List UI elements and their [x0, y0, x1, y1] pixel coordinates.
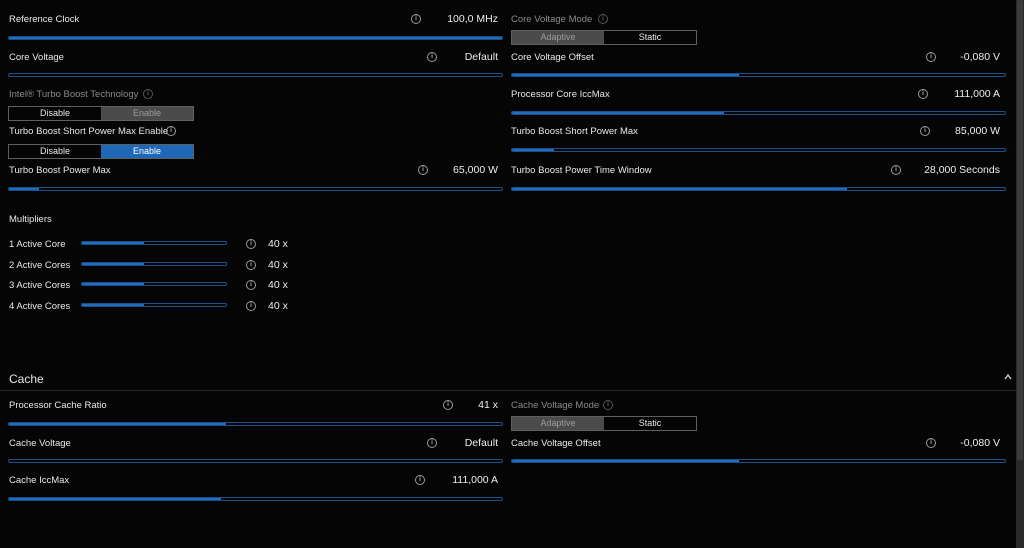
- slider-fill: [82, 242, 144, 244]
- slider-fill: [82, 263, 144, 265]
- slider-fill: [512, 188, 848, 190]
- info-icon[interactable]: i: [143, 89, 153, 99]
- slider-fill: [512, 74, 739, 76]
- cache-voltage-mode-adaptive[interactable]: Adaptive: [512, 417, 604, 430]
- core-voltage-slider[interactable]: [8, 73, 503, 77]
- info-icon[interactable]: i: [246, 239, 256, 249]
- cache-voltage-mode-toggle[interactable]: Adaptive Static: [511, 416, 697, 431]
- chevron-up-icon[interactable]: [1003, 372, 1013, 382]
- slider-fill: [9, 37, 502, 39]
- multiplier-slider[interactable]: [81, 262, 227, 266]
- processor-core-iccmax-slider[interactable]: [511, 111, 1006, 115]
- section-divider: [0, 390, 1016, 391]
- turbo-short-power-max-enable-label: Turbo Boost Short Power Max Enable: [9, 126, 169, 137]
- turbo-short-power-max-value: 85,000 W: [955, 125, 1000, 137]
- cache-voltage-mode-label: Cache Voltage Mode: [511, 400, 600, 411]
- slider-fill: [9, 423, 226, 425]
- turbo-boost-tech-label: Intel® Turbo Boost Technology: [9, 89, 139, 100]
- core-voltage-label: Core Voltage: [9, 52, 64, 63]
- turbo-boost-tech-enable[interactable]: Enable: [101, 107, 193, 120]
- turbo-power-time-window-label: Turbo Boost Power Time Window: [511, 165, 652, 176]
- slider-fill: [512, 112, 724, 114]
- core-voltage-mode-static[interactable]: Static: [604, 31, 696, 44]
- processor-cache-ratio-label: Processor Cache Ratio: [9, 400, 107, 411]
- info-icon[interactable]: i: [246, 301, 256, 311]
- turbo-power-max-slider[interactable]: [8, 187, 503, 191]
- processor-core-iccmax-value: 111,000 A: [954, 88, 1000, 100]
- multiplier-value: 40 x: [268, 300, 288, 312]
- processor-cache-ratio-value: 41 x: [478, 399, 498, 411]
- info-icon[interactable]: i: [246, 280, 256, 290]
- info-icon[interactable]: i: [603, 400, 613, 410]
- reference-clock-label: Reference Clock: [9, 14, 80, 25]
- slider-fill: [82, 283, 144, 285]
- reference-clock-slider[interactable]: [8, 36, 503, 40]
- turbo-short-power-max-enable[interactable]: Enable: [101, 145, 193, 158]
- cache-voltage-offset-value: -0,080 V: [960, 437, 1000, 449]
- cache-voltage-offset-slider[interactable]: [511, 459, 1006, 463]
- turbo-boost-tech-disable[interactable]: Disable: [9, 107, 101, 120]
- core-voltage-mode-adaptive[interactable]: Adaptive: [512, 31, 604, 44]
- core-voltage-mode-toggle[interactable]: Adaptive Static: [511, 30, 697, 45]
- processor-cache-ratio-slider[interactable]: [8, 422, 503, 426]
- turbo-power-max-label: Turbo Boost Power Max: [9, 165, 111, 176]
- turbo-power-time-window-slider[interactable]: [511, 187, 1006, 191]
- cache-voltage-offset-label: Cache Voltage Offset: [511, 438, 601, 449]
- turbo-power-time-window-value: 28,000 Seconds: [924, 164, 1000, 176]
- slider-fill: [512, 149, 554, 151]
- cache-iccmax-label: Cache IccMax: [9, 475, 70, 486]
- slider-fill: [9, 188, 39, 190]
- turbo-power-max-value: 65,000 W: [453, 164, 498, 176]
- multiplier-value: 40 x: [268, 238, 288, 250]
- turbo-short-power-max-disable[interactable]: Disable: [9, 145, 101, 158]
- multiplier-value: 40 x: [268, 259, 288, 271]
- multiplier-label: 2 Active Cores: [9, 260, 71, 271]
- processor-core-iccmax-label: Processor Core IccMax: [511, 89, 610, 100]
- multiplier-slider[interactable]: [81, 282, 227, 286]
- cache-voltage-slider[interactable]: [8, 459, 503, 463]
- info-icon[interactable]: i: [246, 260, 256, 270]
- cache-iccmax-slider[interactable]: [8, 497, 503, 501]
- cache-heading: Cache: [9, 372, 44, 386]
- slider-fill: [512, 460, 739, 462]
- vertical-scrollbar[interactable]: [1016, 0, 1024, 548]
- multiplier-slider[interactable]: [81, 241, 227, 245]
- core-voltage-offset-label: Core Voltage Offset: [511, 52, 594, 63]
- core-voltage-offset-value: -0,080 V: [960, 51, 1000, 63]
- cache-iccmax-value: 111,000 A: [452, 474, 498, 486]
- turbo-short-power-max-label: Turbo Boost Short Power Max: [511, 126, 638, 137]
- scrollbar-thumb[interactable]: [1017, 0, 1023, 460]
- multiplier-value: 40 x: [268, 279, 288, 291]
- cache-voltage-mode-static[interactable]: Static: [604, 417, 696, 430]
- multiplier-label: 1 Active Core: [9, 239, 66, 250]
- reference-clock-value: 100,0 MHz: [447, 13, 498, 25]
- slider-fill: [82, 304, 144, 306]
- multiplier-label: 3 Active Cores: [9, 280, 71, 291]
- multiplier-label: 4 Active Cores: [9, 301, 71, 312]
- multipliers-heading: Multipliers: [9, 214, 52, 225]
- turbo-short-power-max-slider[interactable]: [511, 148, 1006, 152]
- core-voltage-value: Default: [464, 51, 498, 63]
- cache-voltage-label: Cache Voltage: [9, 438, 71, 449]
- cache-voltage-value: Default: [464, 437, 498, 449]
- core-voltage-mode-label: Core Voltage Mode: [511, 14, 593, 25]
- core-voltage-offset-slider[interactable]: [511, 73, 1006, 77]
- info-icon[interactable]: i: [166, 126, 176, 136]
- slider-fill: [9, 498, 221, 500]
- turbo-short-power-max-enable-toggle[interactable]: Disable Enable: [8, 144, 194, 159]
- multiplier-slider[interactable]: [81, 303, 227, 307]
- info-icon[interactable]: i: [598, 14, 608, 24]
- turbo-boost-tech-toggle[interactable]: Disable Enable: [8, 106, 194, 121]
